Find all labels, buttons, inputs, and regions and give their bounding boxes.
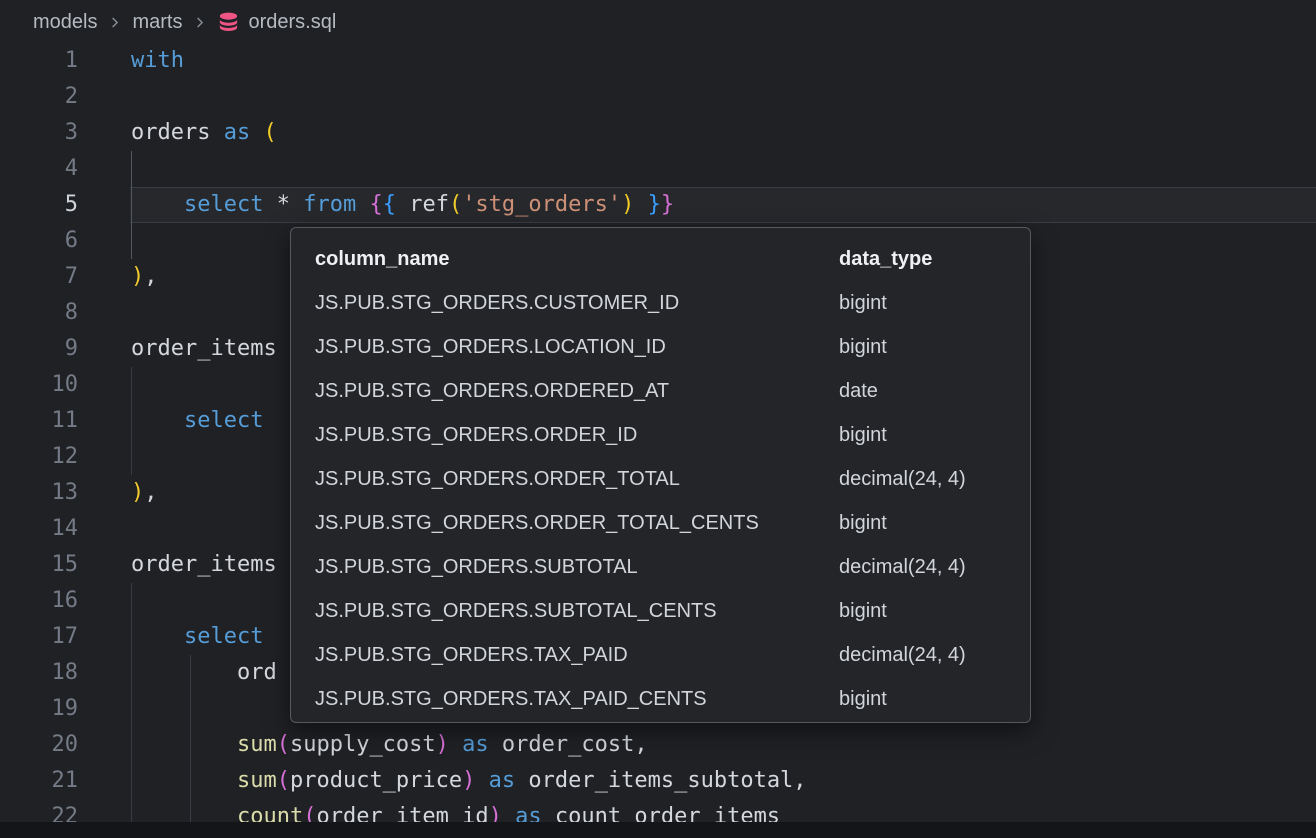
popup-header-column-name: column_name (315, 248, 839, 271)
popup-cell-data-type: bigint (839, 512, 1030, 535)
code-text: order_items (131, 331, 277, 367)
line-number[interactable]: 15 (0, 547, 78, 583)
breadcrumb-item[interactable]: marts (132, 11, 182, 34)
popup-cell-data-type: date (839, 380, 1030, 403)
popup-cell-column-name: JS.PUB.STG_ORDERS.SUBTOTAL (315, 556, 839, 579)
line-number[interactable]: 3 (0, 115, 78, 151)
code-text: with (131, 43, 184, 79)
code-line[interactable]: 20 sum(supply_cost) as order_cost, (0, 727, 1316, 763)
line-number[interactable]: 10 (0, 367, 78, 403)
line-number[interactable]: 19 (0, 691, 78, 727)
popup-row: JS.PUB.STG_ORDERS.TAX_PAIDdecimal(24, 4) (291, 633, 1030, 677)
popup-cell-data-type: bigint (839, 688, 1030, 711)
line-number[interactable]: 11 (0, 403, 78, 439)
breadcrumb-item[interactable]: models (33, 11, 97, 34)
popup-cell-data-type: decimal(24, 4) (839, 468, 1030, 491)
code-line[interactable]: 1 with (0, 43, 1316, 79)
popup-row: JS.PUB.STG_ORDERS.ORDER_TOTALdecimal(24,… (291, 457, 1030, 501)
line-number[interactable]: 12 (0, 439, 78, 475)
column-info-popup: column_name data_type JS.PUB.STG_ORDERS.… (290, 227, 1031, 723)
popup-row: JS.PUB.STG_ORDERS.ORDER_IDbigint (291, 413, 1030, 457)
popup-row: JS.PUB.STG_ORDERS.ORDERED_ATdate (291, 369, 1030, 413)
breadcrumb-file[interactable]: orders.sql (217, 11, 336, 34)
breadcrumb: models marts orders.sql (0, 0, 336, 44)
line-number[interactable]: 2 (0, 79, 78, 115)
line-number[interactable]: 18 (0, 655, 78, 691)
line-number[interactable]: 13 (0, 475, 78, 511)
code-text: select (131, 619, 263, 655)
popup-cell-data-type: bigint (839, 292, 1030, 315)
breadcrumb-file-name: orders.sql (248, 11, 336, 34)
line-number[interactable]: 17 (0, 619, 78, 655)
chevron-right-icon (192, 15, 207, 30)
code-text: ), (131, 475, 158, 511)
popup-cell-column-name: JS.PUB.STG_ORDERS.TAX_PAID (315, 644, 839, 667)
popup-header-row: column_name data_type (291, 237, 1030, 281)
line-number[interactable]: 9 (0, 331, 78, 367)
code-text: sum(supply_cost) as order_cost, (131, 727, 648, 763)
database-icon (217, 11, 240, 34)
popup-row: JS.PUB.STG_ORDERS.TAX_PAID_CENTSbigint (291, 677, 1030, 721)
popup-cell-column-name: JS.PUB.STG_ORDERS.ORDER_ID (315, 424, 839, 447)
code-text: ), (131, 259, 158, 295)
code-line[interactable]: 5 select * from {{ ref('stg_orders') }} (0, 187, 1316, 223)
line-number[interactable]: 16 (0, 583, 78, 619)
code-text: select * from {{ ref('stg_orders') }} (131, 187, 674, 223)
code-text: orders as ( (131, 115, 277, 151)
popup-cell-data-type: bigint (839, 600, 1030, 623)
chevron-right-icon (107, 15, 122, 30)
line-number[interactable]: 6 (0, 223, 78, 259)
code-text: select (131, 403, 263, 439)
popup-cell-column-name: JS.PUB.STG_ORDERS.ORDER_TOTAL (315, 468, 839, 491)
popup-row: JS.PUB.STG_ORDERS.LOCATION_IDbigint (291, 325, 1030, 369)
popup-row: JS.PUB.STG_ORDERS.ORDER_TOTAL_CENTSbigin… (291, 501, 1030, 545)
line-number[interactable]: 4 (0, 151, 78, 187)
popup-rows: JS.PUB.STG_ORDERS.CUSTOMER_IDbigintJS.PU… (291, 281, 1030, 721)
popup-cell-column-name: JS.PUB.STG_ORDERS.ORDERED_AT (315, 380, 839, 403)
line-number[interactable]: 1 (0, 43, 78, 79)
popup-cell-data-type: bigint (839, 336, 1030, 359)
popup-cell-column-name: JS.PUB.STG_ORDERS.LOCATION_ID (315, 336, 839, 359)
popup-cell-column-name: JS.PUB.STG_ORDERS.ORDER_TOTAL_CENTS (315, 512, 839, 535)
code-text: ord (131, 655, 277, 691)
popup-cell-column-name: JS.PUB.STG_ORDERS.CUSTOMER_ID (315, 292, 839, 315)
code-line[interactable]: 4 (0, 151, 1316, 187)
popup-header-data-type: data_type (839, 248, 1030, 271)
code-line[interactable]: 3 orders as ( (0, 115, 1316, 151)
line-number[interactable]: 20 (0, 727, 78, 763)
popup-row: JS.PUB.STG_ORDERS.CUSTOMER_IDbigint (291, 281, 1030, 325)
popup-cell-column-name: JS.PUB.STG_ORDERS.SUBTOTAL_CENTS (315, 600, 839, 623)
line-number[interactable]: 7 (0, 259, 78, 295)
code-line[interactable]: 2 (0, 79, 1316, 115)
popup-row: JS.PUB.STG_ORDERS.SUBTOTALdecimal(24, 4) (291, 545, 1030, 589)
popup-cell-data-type: decimal(24, 4) (839, 644, 1030, 667)
code-text: sum(product_price) as order_items_subtot… (131, 763, 807, 799)
code-line[interactable]: 21 sum(product_price) as order_items_sub… (0, 763, 1316, 799)
popup-row: JS.PUB.STG_ORDERS.SUBTOTAL_CENTSbigint (291, 589, 1030, 633)
code-text: order_items (131, 547, 277, 583)
popup-cell-column-name: JS.PUB.STG_ORDERS.TAX_PAID_CENTS (315, 688, 839, 711)
line-number[interactable]: 14 (0, 511, 78, 547)
panel-edge (0, 822, 1316, 838)
line-number[interactable]: 21 (0, 763, 78, 799)
popup-cell-data-type: decimal(24, 4) (839, 556, 1030, 579)
editor-window: models marts orders.sql 1 with 23 orders as (… (0, 0, 1316, 838)
line-number[interactable]: 5 (0, 187, 78, 223)
popup-cell-data-type: bigint (839, 424, 1030, 447)
line-number[interactable]: 8 (0, 295, 78, 331)
